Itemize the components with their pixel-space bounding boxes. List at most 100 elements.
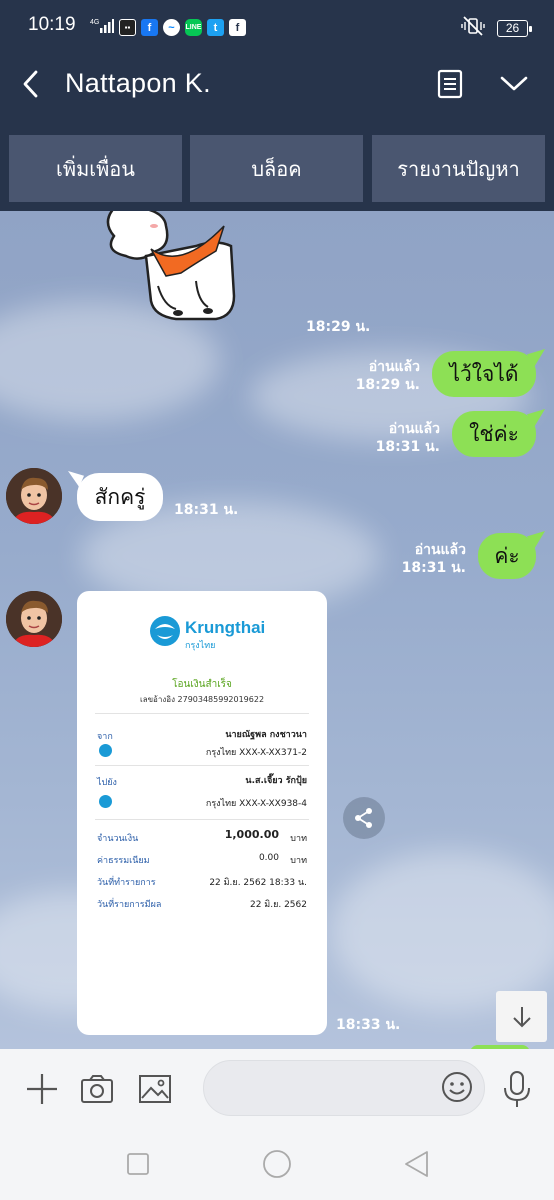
voice-button[interactable] bbox=[500, 1069, 534, 1109]
divider bbox=[95, 765, 309, 766]
scroll-to-bottom-button[interactable] bbox=[496, 991, 547, 1042]
bank-icon bbox=[99, 795, 112, 808]
effective-date-label: วันที่รายการมีผล bbox=[97, 900, 162, 910]
network-type-label: 4G bbox=[90, 19, 99, 26]
read-receipt: อ่านแล้ว 18:31 น. bbox=[372, 420, 440, 456]
message-time: 18:31 น. bbox=[401, 560, 466, 576]
chevron-down-icon bbox=[500, 76, 528, 91]
camera-button[interactable] bbox=[77, 1069, 117, 1109]
notes-button[interactable] bbox=[434, 68, 466, 100]
currency: บาท bbox=[290, 834, 307, 844]
vibrate-mute-icon bbox=[461, 16, 485, 40]
reference-number: เลขอ้างอิง 2790348599201962​2 bbox=[139, 695, 265, 704]
back-button[interactable] bbox=[14, 66, 50, 102]
divider bbox=[95, 713, 309, 714]
add-friend-button[interactable]: เพิ่มเพื่อน bbox=[9, 135, 182, 202]
message-input-bar bbox=[0, 1049, 554, 1129]
menu-toggle-button[interactable] bbox=[496, 68, 532, 100]
sticker-message[interactable] bbox=[96, 211, 246, 331]
circle-icon bbox=[263, 1150, 291, 1178]
emoji-button[interactable] bbox=[440, 1070, 474, 1104]
date-label: วันที่ทำรายการ bbox=[97, 878, 156, 888]
from-account: กรุงไทย XXX-X-XX371-2 bbox=[205, 748, 307, 758]
triangle-back-icon bbox=[405, 1151, 428, 1177]
status-bar: 10:19 4G ▪▪ f ~ LINE t f 26 bbox=[0, 0, 554, 48]
to-name: น.ส.เจี๊ยว รักปุ้ย bbox=[245, 776, 307, 786]
chevron-left-icon bbox=[23, 70, 38, 98]
image-icon bbox=[139, 1075, 171, 1103]
report-button[interactable]: รายงานปัญหา bbox=[372, 135, 545, 202]
home-button[interactable] bbox=[261, 1148, 293, 1180]
outgoing-message-bubble[interactable]: ไว้ใจได้ bbox=[432, 351, 536, 397]
bank-icon bbox=[99, 744, 112, 757]
emoji-icon bbox=[442, 1072, 472, 1102]
twitter-icon: t bbox=[207, 19, 224, 36]
from-name: นายณัฐพล กงชาวนา bbox=[225, 730, 307, 740]
outgoing-message-bubble[interactable]: ใช่ค่ะ bbox=[452, 411, 536, 457]
contact-avatar[interactable] bbox=[6, 591, 62, 647]
facebook-icon: f bbox=[141, 19, 158, 36]
facebook-icon: f bbox=[229, 19, 246, 36]
read-receipt: อ่านแล้ว 18:31 น. bbox=[398, 541, 466, 577]
message-time: 18:29 น. bbox=[355, 377, 420, 393]
share-icon bbox=[355, 808, 372, 828]
gallery-button[interactable] bbox=[135, 1069, 175, 1109]
amount-value: 1,000.00 bbox=[225, 828, 279, 841]
fee-label: ค่าธรรมเนียม bbox=[97, 856, 150, 866]
plus-icon bbox=[27, 1074, 57, 1104]
contact-name[interactable]: Nattapon K. bbox=[65, 68, 211, 99]
from-label: จาก bbox=[97, 732, 113, 742]
fee-value: 0.00 bbox=[258, 853, 279, 863]
amount: 1,000.00 bbox=[224, 828, 279, 841]
message-text: ค่ะ bbox=[494, 543, 520, 568]
notification-icons: 4G ▪▪ f ~ LINE t f bbox=[90, 17, 246, 38]
media-app-icon: ▪▪ bbox=[119, 19, 136, 36]
status-time: 10:19 bbox=[28, 14, 76, 35]
chat-header: Nattapon K. bbox=[0, 48, 554, 120]
arrow-down-icon bbox=[512, 1006, 531, 1027]
block-button[interactable]: บล็อค bbox=[190, 135, 363, 202]
krungthai-logo-icon bbox=[150, 616, 180, 646]
bank-brand-th: กรุงไทย bbox=[185, 641, 216, 651]
share-button[interactable] bbox=[343, 797, 385, 839]
system-nav-bar bbox=[0, 1129, 554, 1200]
add-button[interactable] bbox=[22, 1069, 62, 1109]
back-nav-button[interactable] bbox=[400, 1148, 432, 1180]
message-text: ไว้ใจได้ bbox=[449, 361, 519, 386]
recent-apps-button[interactable] bbox=[122, 1148, 154, 1180]
bank-brand: Krungthai bbox=[185, 618, 266, 637]
to-account: กรุงไทย XXX-X-XX938-4 bbox=[205, 799, 307, 809]
read-receipt: อ่านแล้ว 18:29 น. bbox=[352, 358, 420, 394]
read-label: อ่านแล้ว bbox=[388, 421, 440, 437]
signal-icon: 4G bbox=[90, 17, 114, 38]
currency: บาท bbox=[290, 856, 307, 866]
contact-avatar[interactable] bbox=[6, 468, 62, 524]
friend-action-bar: เพิ่มเพื่อน บล็อค รายงานปัญหา bbox=[0, 120, 554, 211]
message-time: 18:29 น. bbox=[306, 319, 371, 335]
read-label: อ่านแล้ว bbox=[414, 542, 466, 558]
message-text: ใช่ค่ะ bbox=[469, 421, 519, 446]
message-time: 18:31 น. bbox=[174, 502, 239, 518]
effective-date-value: 22 มิ.ย. 2562 bbox=[249, 900, 307, 910]
to-label: ไปยัง bbox=[97, 778, 117, 788]
message-time: 18:31 น. bbox=[375, 439, 440, 455]
transfer-slip-image[interactable]: Krungthai กรุงไทย โอนเงินสำเร็จ เลขอ้างอ… bbox=[77, 591, 327, 1035]
date-value: 22 มิ.ย. 2562 18:33 น. bbox=[209, 878, 307, 888]
message-text: สักครู่ bbox=[94, 484, 146, 509]
battery-icon: 26 bbox=[497, 19, 532, 37]
incoming-message-bubble[interactable]: สักครู่ bbox=[77, 473, 163, 521]
line-icon: LINE bbox=[185, 19, 202, 36]
camera-icon bbox=[81, 1075, 113, 1103]
message-time: 18:33 น. bbox=[336, 1017, 401, 1033]
microphone-icon bbox=[504, 1071, 530, 1107]
status-right: 26 bbox=[461, 16, 532, 40]
divider bbox=[95, 819, 309, 820]
outgoing-message-bubble[interactable]: ค่ะ bbox=[478, 533, 536, 579]
square-icon bbox=[127, 1153, 149, 1175]
amount-label: จำนวนเงิน bbox=[97, 834, 139, 844]
transfer-status: โอนเงินสำเร็จ bbox=[172, 679, 232, 690]
chat-area[interactable]: 18:29 น. อ่านแล้ว 18:29 น. ไว้ใจได้ อ่าน… bbox=[0, 211, 554, 1049]
messenger-icon: ~ bbox=[163, 19, 180, 36]
read-label: อ่านแล้ว bbox=[368, 359, 420, 375]
notes-icon bbox=[437, 69, 463, 99]
